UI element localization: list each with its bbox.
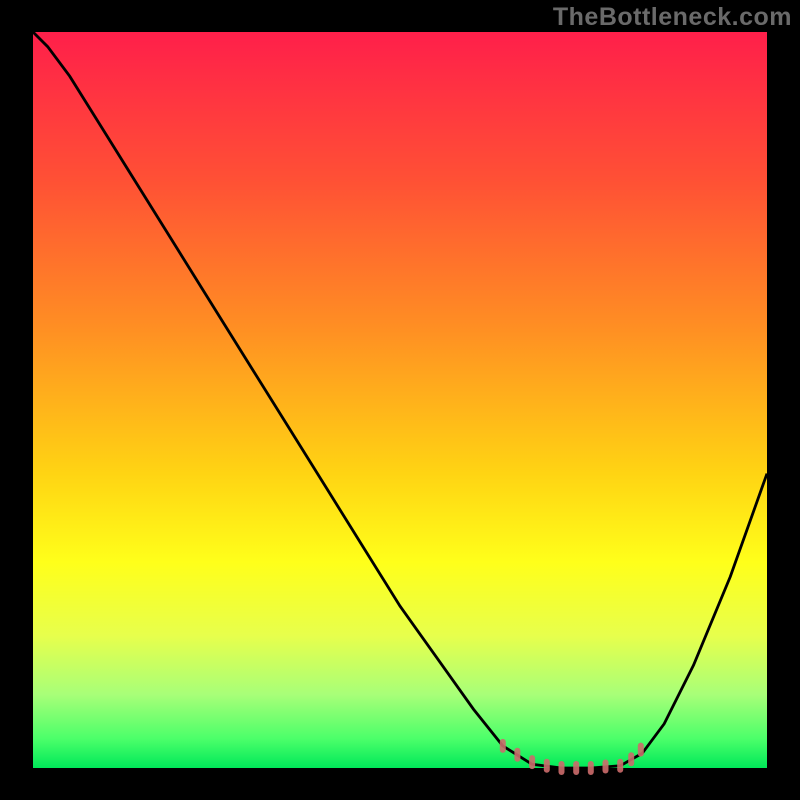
- accent-tick: [573, 761, 579, 775]
- accent-tick: [514, 748, 520, 762]
- bottleneck-chart: [0, 0, 800, 800]
- accent-tick: [638, 743, 644, 757]
- watermark-text: TheBottleneck.com: [553, 3, 792, 32]
- accent-tick: [544, 759, 550, 773]
- accent-tick: [628, 752, 634, 766]
- plot-background: [33, 32, 767, 768]
- accent-tick: [603, 760, 609, 774]
- accent-tick: [617, 759, 623, 773]
- accent-tick: [529, 755, 535, 769]
- accent-tick: [588, 761, 594, 775]
- accent-tick: [500, 739, 506, 753]
- accent-tick: [559, 761, 565, 775]
- chart-container: TheBottleneck.com: [0, 0, 800, 800]
